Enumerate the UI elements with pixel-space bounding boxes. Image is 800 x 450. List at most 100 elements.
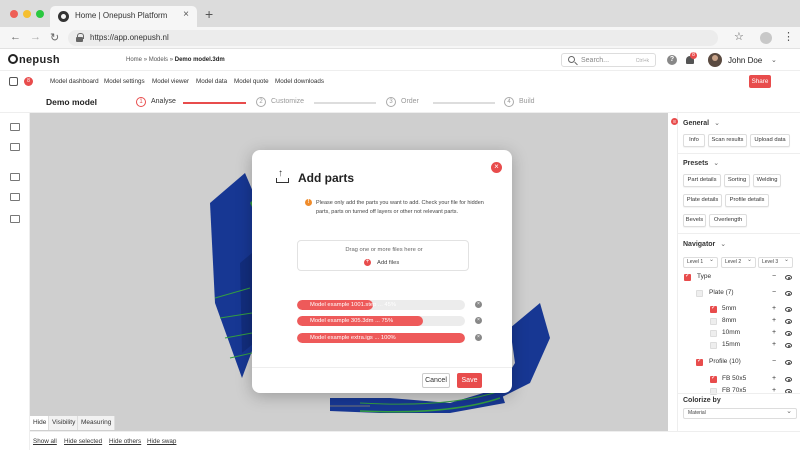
tab-visibility[interactable]: Visibility (49, 416, 78, 430)
chart-icon[interactable] (10, 143, 20, 151)
show-all-link[interactable]: Show all (33, 438, 57, 445)
tree-row-profile[interactable]: Profile (10) − (696, 357, 798, 368)
tree-row-fb-50x5[interactable]: FB 50x5 + (710, 374, 798, 385)
eye-icon[interactable] (785, 331, 792, 336)
remove-upload-icon[interactable]: × (475, 317, 482, 324)
eye-icon[interactable] (785, 343, 792, 348)
add-files-link[interactable]: Add files (377, 260, 399, 266)
menu-model-data[interactable]: Model data (196, 78, 227, 85)
expand-control[interactable]: + (772, 317, 776, 324)
expand-control[interactable]: + (772, 375, 776, 382)
list-icon[interactable] (10, 173, 20, 181)
menu-model-quote[interactable]: Model quote (234, 78, 269, 85)
presets-header[interactable]: Presets ⌄ (683, 159, 719, 167)
users-icon[interactable] (10, 215, 20, 223)
level-2-select[interactable]: Level 2 (721, 256, 756, 268)
checkbox[interactable] (710, 342, 717, 349)
general-header[interactable]: General ⌄ (683, 119, 720, 127)
collapse-control[interactable]: − (772, 289, 776, 296)
menu-model-viewer[interactable]: Model viewer (152, 78, 189, 85)
onepush-logo[interactable]: nepush (8, 54, 60, 66)
checkbox[interactable] (696, 357, 703, 366)
expand-control[interactable]: + (772, 341, 776, 348)
menu-model-downloads[interactable]: Model downloads (275, 78, 324, 85)
info-button[interactable]: Info (683, 134, 705, 147)
url-field[interactable]: https://app.onepush.nl (68, 30, 718, 46)
navigator-header[interactable]: Navigator ⌄ (683, 240, 726, 248)
preset-plate-details[interactable]: Plate details (683, 194, 722, 207)
share-button[interactable]: Share (749, 75, 771, 88)
close-window-button[interactable] (10, 10, 18, 18)
eye-icon[interactable] (785, 319, 792, 324)
tree-row-8mm[interactable]: 8mm + (710, 317, 798, 327)
eye-icon[interactable] (785, 307, 792, 312)
tree-row-5mm[interactable]: 5mm + (710, 304, 798, 315)
close-icon[interactable]: × (491, 162, 502, 173)
breadcrumb-models[interactable]: Models (149, 57, 168, 63)
help-icon[interactable]: ? (667, 55, 677, 65)
tree-row-plate[interactable]: Plate (7) − (696, 289, 798, 299)
preset-sorting[interactable]: Sorting (724, 174, 750, 187)
preset-overlength[interactable]: Overlength (709, 214, 747, 227)
browser-profile-icon[interactable] (760, 32, 772, 44)
tab-measuring[interactable]: Measuring (78, 416, 115, 430)
remove-upload-icon[interactable]: × (475, 334, 482, 341)
menu-model-dashboard[interactable]: Model dashboard (50, 78, 99, 85)
tab-close-icon[interactable]: × (183, 9, 189, 20)
checkbox[interactable] (684, 272, 691, 281)
home-icon[interactable] (9, 77, 18, 86)
eye-icon[interactable] (785, 291, 792, 296)
expand-control[interactable]: + (772, 305, 776, 312)
checkbox[interactable] (710, 318, 717, 325)
avatar[interactable] (708, 53, 722, 67)
maximize-window-button[interactable] (36, 10, 44, 18)
tree-row-type[interactable]: Type − (684, 272, 798, 283)
minimize-window-button[interactable] (23, 10, 31, 18)
back-arrow-icon[interactable]: ← (10, 31, 21, 43)
collapse-control[interactable]: − (772, 273, 776, 280)
stats-icon[interactable] (10, 193, 20, 201)
new-tab-button[interactable]: + (205, 6, 213, 22)
menu-model-settings[interactable]: Model settings (104, 78, 145, 85)
level-1-select[interactable]: Level 1 (683, 256, 718, 268)
preset-part-details[interactable]: Part details (683, 174, 721, 187)
tree-row-10mm[interactable]: 10mm + (710, 329, 798, 339)
user-name[interactable]: John Doe (728, 56, 762, 65)
folder-icon[interactable] (10, 123, 20, 131)
eye-icon[interactable] (785, 275, 792, 280)
add-icon[interactable]: + (364, 259, 371, 266)
browser-tab[interactable]: Home | Onepush Platform × (50, 6, 197, 27)
cancel-button[interactable]: Cancel (422, 373, 450, 388)
checkbox[interactable] (696, 290, 703, 297)
hide-others-link[interactable]: Hide others (109, 438, 141, 445)
breadcrumb-home[interactable]: Home (126, 57, 142, 63)
eye-icon[interactable] (785, 377, 792, 382)
eye-icon[interactable] (785, 360, 792, 365)
tree-row-15mm[interactable]: 15mm + (710, 341, 798, 351)
hide-selected-link[interactable]: Hide selected (64, 438, 102, 445)
file-dropzone[interactable]: Drag one or more files here or + Add fil… (297, 240, 469, 271)
search-input[interactable]: Search... Ctrl+k (561, 53, 656, 67)
tab-hide[interactable]: Hide (30, 416, 49, 430)
remove-upload-icon[interactable]: × (475, 301, 482, 308)
url-text[interactable]: https://app.onepush.nl (90, 33, 169, 42)
checkbox[interactable] (710, 374, 717, 383)
tree-row-fb-70x5[interactable]: FB 70x5 + (710, 387, 798, 397)
preset-bevels[interactable]: Bevels (683, 214, 706, 227)
browser-menu-icon[interactable]: ⋮ (783, 30, 794, 43)
collapse-control[interactable]: − (772, 358, 776, 365)
colorize-select[interactable]: Material (683, 407, 797, 419)
bookmark-star-icon[interactable]: ☆ (734, 30, 744, 43)
preset-welding[interactable]: Welding (753, 174, 781, 187)
checkbox[interactable] (710, 330, 717, 337)
save-button[interactable]: Save (457, 373, 482, 388)
scan-results-button[interactable]: Scan results (708, 134, 747, 147)
hide-swap-link[interactable]: Hide swap (147, 438, 176, 445)
upload-data-button[interactable]: Upload data (750, 134, 790, 147)
chevron-down-icon[interactable]: ⌄ (771, 56, 777, 64)
expand-control[interactable]: + (772, 329, 776, 336)
reload-icon[interactable]: ↻ (50, 31, 59, 44)
level-3-select[interactable]: Level 3 (758, 256, 793, 268)
forward-arrow-icon[interactable]: → (30, 31, 41, 43)
checkbox[interactable] (710, 304, 717, 313)
